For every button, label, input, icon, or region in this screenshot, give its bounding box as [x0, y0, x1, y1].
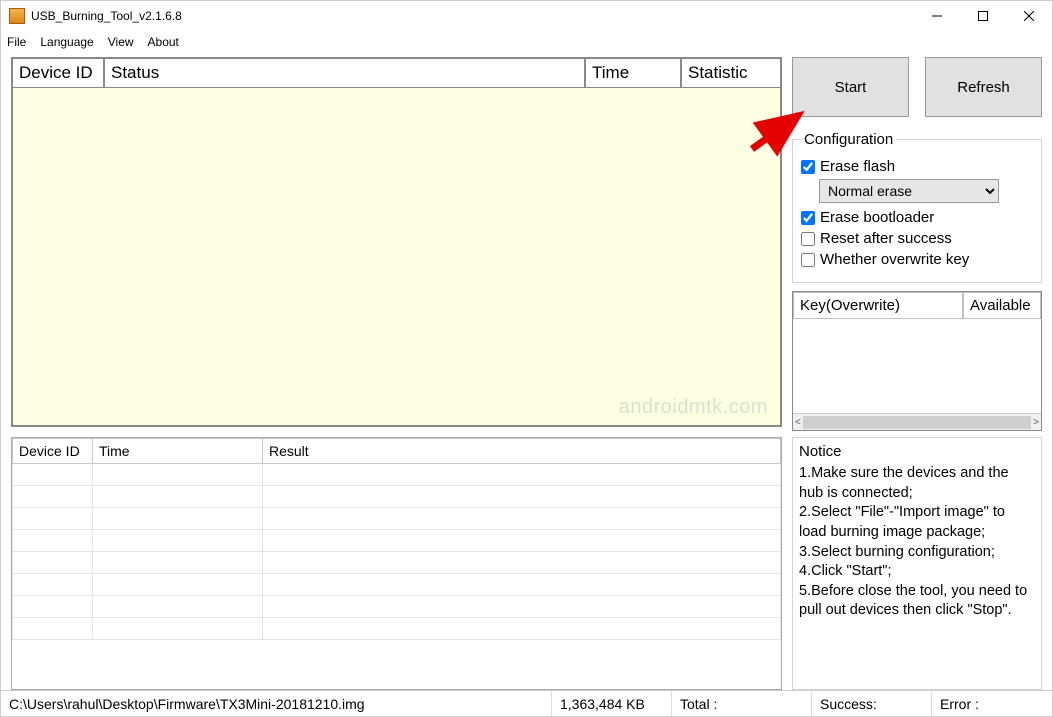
menu-about[interactable]: About — [148, 35, 179, 49]
status-size: 1,363,484 KB — [552, 691, 672, 716]
table-row — [13, 508, 781, 530]
device-status-body: androidmtk.com — [12, 88, 781, 426]
result-table: Device ID Time Result — [11, 437, 782, 690]
table-row — [13, 486, 781, 508]
close-button[interactable] — [1006, 1, 1052, 31]
key-table: Key(Overwrite) Available < > — [792, 291, 1042, 431]
horizontal-scrollbar[interactable]: < > — [793, 413, 1041, 430]
notice-line: 2.Select "File"-"Import image" to load b… — [799, 503, 1035, 542]
status-total: Total : — [672, 691, 812, 716]
col-time-2[interactable]: Time — [93, 439, 263, 464]
col-result[interactable]: Result — [263, 439, 781, 464]
notice-legend: Notice — [799, 442, 1035, 462]
col-time[interactable]: Time — [585, 58, 681, 88]
col-device-id[interactable]: Device ID — [12, 58, 104, 88]
table-row — [13, 596, 781, 618]
erase-bootloader-checkbox[interactable] — [801, 211, 815, 225]
overwrite-key-checkbox[interactable] — [801, 253, 815, 267]
menu-language[interactable]: Language — [40, 35, 93, 49]
notice-line: 1.Make sure the devices and the hub is c… — [799, 464, 1035, 503]
menu-file[interactable]: File — [7, 35, 26, 49]
status-success: Success: — [812, 691, 932, 716]
table-row — [13, 574, 781, 596]
menu-bar: File Language View About — [1, 31, 1052, 53]
erase-flash-label: Erase flash — [820, 158, 895, 175]
col-device-id-2[interactable]: Device ID — [13, 439, 93, 464]
reset-after-success-label: Reset after success — [820, 230, 952, 247]
table-row — [13, 530, 781, 552]
configuration-group: Configuration Erase flash Normal erase E… — [792, 131, 1042, 283]
reset-after-success-checkbox[interactable] — [801, 232, 815, 246]
erase-mode-select[interactable]: Normal erase — [819, 179, 999, 203]
window-title: USB_Burning_Tool_v2.1.6.8 — [31, 9, 914, 23]
table-row — [13, 552, 781, 574]
notice-line: 5.Before close the tool, you need to pul… — [799, 582, 1035, 621]
status-path: C:\Users\rahul\Desktop\Firmware\TX3Mini-… — [1, 691, 552, 716]
configuration-legend: Configuration — [801, 131, 896, 148]
table-row — [13, 464, 781, 486]
menu-view[interactable]: View — [108, 35, 134, 49]
col-status[interactable]: Status — [104, 58, 585, 88]
notice-line: 4.Click "Start"; — [799, 562, 1035, 582]
col-statistic[interactable]: Statistic — [681, 58, 781, 88]
overwrite-key-label: Whether overwrite key — [820, 251, 969, 268]
scroll-left-icon[interactable]: < — [795, 417, 801, 428]
device-status-table: Device ID Status Time Statistic androidm… — [11, 57, 782, 427]
app-icon — [9, 8, 25, 24]
maximize-button[interactable] — [960, 1, 1006, 31]
watermark: androidmtk.com — [619, 396, 768, 419]
col-key-overwrite[interactable]: Key(Overwrite) — [793, 292, 963, 319]
minimize-button[interactable] — [914, 1, 960, 31]
erase-bootloader-label: Erase bootloader — [820, 209, 934, 226]
scroll-right-icon[interactable]: > — [1033, 417, 1039, 428]
erase-flash-checkbox[interactable] — [801, 160, 815, 174]
table-row — [13, 618, 781, 640]
status-bar: C:\Users\rahul\Desktop\Firmware\TX3Mini-… — [1, 690, 1052, 716]
key-table-body — [793, 319, 1041, 413]
refresh-button[interactable]: Refresh — [925, 57, 1042, 117]
notice-line: 3.Select burning configuration; — [799, 543, 1035, 563]
col-available[interactable]: Available — [963, 292, 1041, 319]
start-button[interactable]: Start — [792, 57, 909, 117]
notice-panel: Notice 1.Make sure the devices and the h… — [792, 437, 1042, 690]
title-bar: USB_Burning_Tool_v2.1.6.8 — [1, 1, 1052, 31]
status-error: Error : — [932, 691, 1052, 716]
